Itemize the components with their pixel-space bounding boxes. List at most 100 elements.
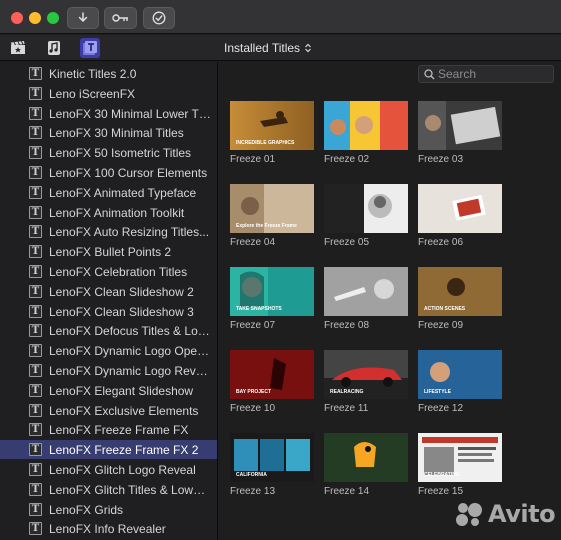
title-type-icon: T bbox=[29, 482, 42, 496]
title-type-icon: T bbox=[29, 364, 42, 377]
key-icon bbox=[111, 14, 128, 22]
svg-text:BAY PROJECT: BAY PROJECT bbox=[236, 389, 271, 395]
title-type-icon: T bbox=[29, 502, 42, 516]
sidebar-item[interactable]: T Kinetic Titles 2.0 bbox=[0, 64, 217, 83]
sidebar-item-label: LenoFX Bullet Points 2 bbox=[49, 245, 172, 260]
sidebar-item[interactable]: T LenoFX Dynamic Logo Open... bbox=[0, 341, 217, 360]
title-thumbnail[interactable]: LIFESTYLE bbox=[418, 350, 502, 399]
title-type-icon: T bbox=[29, 403, 42, 417]
title-thumbnail[interactable] bbox=[324, 101, 408, 150]
svg-text:LIFESTYLE: LIFESTYLE bbox=[424, 389, 452, 395]
sidebar-item[interactable]: T LenoFX 30 Minimal Lower Th... bbox=[0, 104, 217, 123]
svg-text:CALIFORNIA: CALIFORNIA bbox=[236, 472, 267, 478]
sidebar-item[interactable]: T LenoFX 30 Minimal Titles bbox=[0, 123, 217, 142]
title-type-icon: T bbox=[29, 126, 42, 140]
title-thumbnail[interactable]: ACTION SCENES bbox=[418, 267, 502, 316]
title-thumbnail[interactable]: TAKE SNAPSHOTS bbox=[230, 267, 314, 316]
sidebar-item[interactable]: T LenoFX Clean Slideshow 3 bbox=[0, 302, 217, 321]
sidebar-item[interactable]: T LenoFX Info Revealer bbox=[0, 519, 217, 538]
installed-titles-label: Installed Titles bbox=[224, 41, 301, 55]
sidebar-item[interactable]: T LenoFX Freeze Frame FX bbox=[0, 420, 217, 439]
title-thumbnail[interactable]: CALIFORNIA bbox=[230, 433, 314, 482]
zoom-window-button[interactable] bbox=[47, 12, 59, 24]
sidebar-item-label: LenoFX Freeze Frame FX bbox=[49, 423, 189, 438]
svg-text:ACTION SCENES: ACTION SCENES bbox=[424, 306, 466, 312]
sidebar-item[interactable]: T LenoFX Glitch Titles & Lower... bbox=[0, 480, 217, 499]
title-type-icon: T bbox=[29, 284, 42, 298]
background-tasks-button[interactable] bbox=[143, 7, 175, 29]
thumbnail-caption: Freeze 01 bbox=[230, 154, 276, 165]
close-window-button[interactable] bbox=[11, 12, 23, 24]
title-type-icon: T bbox=[29, 423, 42, 437]
title-thumbnail[interactable]: Explore the Freeze Frame bbox=[230, 184, 314, 233]
sidebar-item[interactable]: T LenoFX Auto Resizing Titles... bbox=[0, 222, 217, 241]
title-type-icon: T bbox=[29, 225, 42, 239]
chevron-updown-icon bbox=[305, 43, 311, 53]
title-type-icon: T bbox=[29, 86, 42, 100]
sidebar-item[interactable]: T LenoFX 50 Isometric Titles bbox=[0, 143, 217, 162]
sidebar-item-label: LenoFX Exclusive Elements bbox=[49, 403, 199, 418]
minimize-window-button[interactable] bbox=[29, 12, 41, 24]
thumbnail-caption: Freeze 02 bbox=[324, 154, 370, 165]
thumbnail-caption: Freeze 11 bbox=[324, 403, 369, 414]
titles-generators-tab[interactable] bbox=[80, 38, 100, 58]
title-type-icon: T bbox=[29, 67, 42, 80]
sidebar-item[interactable]: T LenoFX Animation Toolkit bbox=[0, 203, 217, 222]
sidebar-item-label: LenoFX 30 Minimal Titles bbox=[49, 126, 184, 141]
sidebar-item[interactable]: T LenoFX Defocus Titles & Low... bbox=[0, 321, 217, 340]
titles-browser: INCREDIBLE GRAPHICS Freeze 01 Freeze 02 Fre… bbox=[219, 62, 561, 540]
thumbnail-caption: Freeze 07 bbox=[230, 320, 276, 331]
libraries-tab[interactable] bbox=[8, 38, 28, 58]
keywords-button[interactable] bbox=[104, 7, 137, 29]
sidebar-item[interactable]: T LenoFX Elegant Slideshow bbox=[0, 381, 217, 400]
import-button[interactable] bbox=[67, 7, 99, 29]
checkmark-circle-icon bbox=[152, 11, 166, 25]
sidebar-item-label: LenoFX Glitch Titles & Lower... bbox=[49, 482, 211, 497]
installed-titles-menu[interactable]: Installed Titles bbox=[224, 41, 312, 55]
sidebar-item-label: LenoFX Celebration Titles bbox=[49, 265, 188, 279]
sidebar-item[interactable]: T LenoFX Freeze Frame FX 2 bbox=[0, 440, 217, 460]
sidebar-item[interactable]: T LenoFX Bullet Points 2 bbox=[0, 242, 217, 261]
sidebar-item[interactable]: T LenoFX Grids bbox=[0, 500, 217, 519]
photos-audio-tab[interactable] bbox=[44, 38, 64, 58]
sidebar-item-label: LenoFX Dynamic Logo Open... bbox=[49, 344, 211, 359]
title-thumbnail[interactable]: BAY PROJECT bbox=[230, 350, 314, 399]
title-thumbnail[interactable] bbox=[324, 433, 408, 482]
thumbnail-caption: Freeze 03 bbox=[418, 154, 464, 165]
thumbnail-caption: Freeze 12 bbox=[418, 403, 464, 414]
title-type-icon: T bbox=[29, 146, 42, 160]
sidebar-item[interactable]: T LenoFX Clean Slideshow 2 bbox=[0, 282, 217, 301]
sidebar-item-label: LenoFX Dynamic Logo Reveal bbox=[49, 364, 211, 378]
avito-logo-icon bbox=[456, 503, 482, 526]
sidebar-item-label: LenoFX 100 Cursor Elements bbox=[49, 166, 208, 180]
title-thumbnail[interactable] bbox=[324, 267, 408, 316]
title-thumbnail[interactable]: INCREDIBLE GRAPHICS bbox=[230, 101, 314, 150]
clapper-star-icon bbox=[11, 41, 25, 54]
thumbnail-caption: Freeze 08 bbox=[324, 320, 370, 331]
watermark-text: Avito bbox=[488, 500, 556, 528]
sidebar-item[interactable]: T LenoFX Glitch Logo Reveal bbox=[0, 460, 217, 479]
title-thumbnail[interactable]: REALRACING bbox=[324, 350, 408, 399]
sidebar-item[interactable]: T LenoFX Celebration Titles bbox=[0, 262, 217, 281]
title-type-icon: T bbox=[29, 383, 42, 397]
thumbnail-caption: Freeze 10 bbox=[230, 403, 276, 414]
title-thumbnail[interactable] bbox=[418, 184, 502, 233]
sidebar-item[interactable]: T LenoFX Exclusive Elements bbox=[0, 401, 217, 420]
sidebar-item[interactable]: T LenoFX 100 Cursor Elements bbox=[0, 163, 217, 182]
title-thumbnail[interactable]: CELEBRATING bbox=[418, 433, 502, 482]
sidebar-item[interactable]: T LenoFX Animated Typeface bbox=[0, 183, 217, 202]
search-field[interactable] bbox=[418, 65, 554, 83]
sidebar-item[interactable]: T LenoFX Dynamic Logo Reveal bbox=[0, 361, 217, 380]
avito-watermark: Avito bbox=[455, 500, 556, 528]
title-type-icon: T bbox=[29, 106, 42, 120]
thumbnail-caption: Freeze 15 bbox=[418, 486, 464, 497]
search-input[interactable] bbox=[438, 67, 548, 81]
sidebar-item[interactable]: T Leno iScreenFX bbox=[0, 84, 217, 103]
title-thumbnail[interactable] bbox=[418, 101, 502, 150]
sidebar-item-label: LenoFX 50 Isometric Titles bbox=[49, 146, 192, 161]
title-type-icon: T bbox=[29, 265, 42, 278]
thumbnail-caption: Freeze 14 bbox=[324, 486, 370, 497]
title-thumbnail[interactable] bbox=[324, 184, 408, 233]
title-type-icon: T bbox=[29, 522, 42, 536]
browser-toolbar: Installed Titles bbox=[0, 35, 561, 61]
